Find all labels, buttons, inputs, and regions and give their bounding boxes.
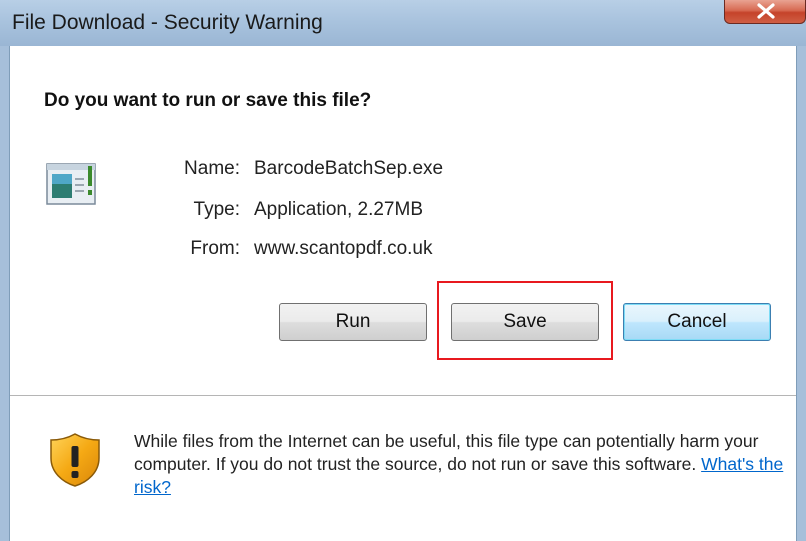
from-label: From: — [190, 238, 240, 259]
shield-warning-icon — [50, 433, 100, 487]
file-name-value: BarcodeBatchSep.exe — [254, 158, 444, 179]
cancel-button[interactable]: Cancel — [623, 303, 771, 341]
type-label: Type: — [193, 199, 240, 220]
file-source-value: www.scantopdf.co.uk — [254, 238, 433, 259]
window-frame-right — [797, 46, 806, 541]
close-button[interactable] — [724, 0, 806, 24]
name-label: Name: — [184, 158, 240, 179]
save-button[interactable]: Save — [451, 303, 599, 341]
run-button[interactable]: Run — [279, 303, 427, 341]
title-bar[interactable]: File Download - Security Warning — [0, 0, 806, 46]
dialog-question: Do you want to run or save this file? — [44, 90, 372, 111]
window-title: File Download - Security Warning — [12, 11, 323, 34]
close-icon — [757, 3, 775, 19]
file-type-value: Application, 2.27MB — [254, 199, 423, 220]
security-warning-text: While files from the Internet can be use… — [134, 430, 784, 499]
window-frame-left — [0, 46, 9, 541]
warning-message: While files from the Internet can be use… — [134, 431, 759, 474]
